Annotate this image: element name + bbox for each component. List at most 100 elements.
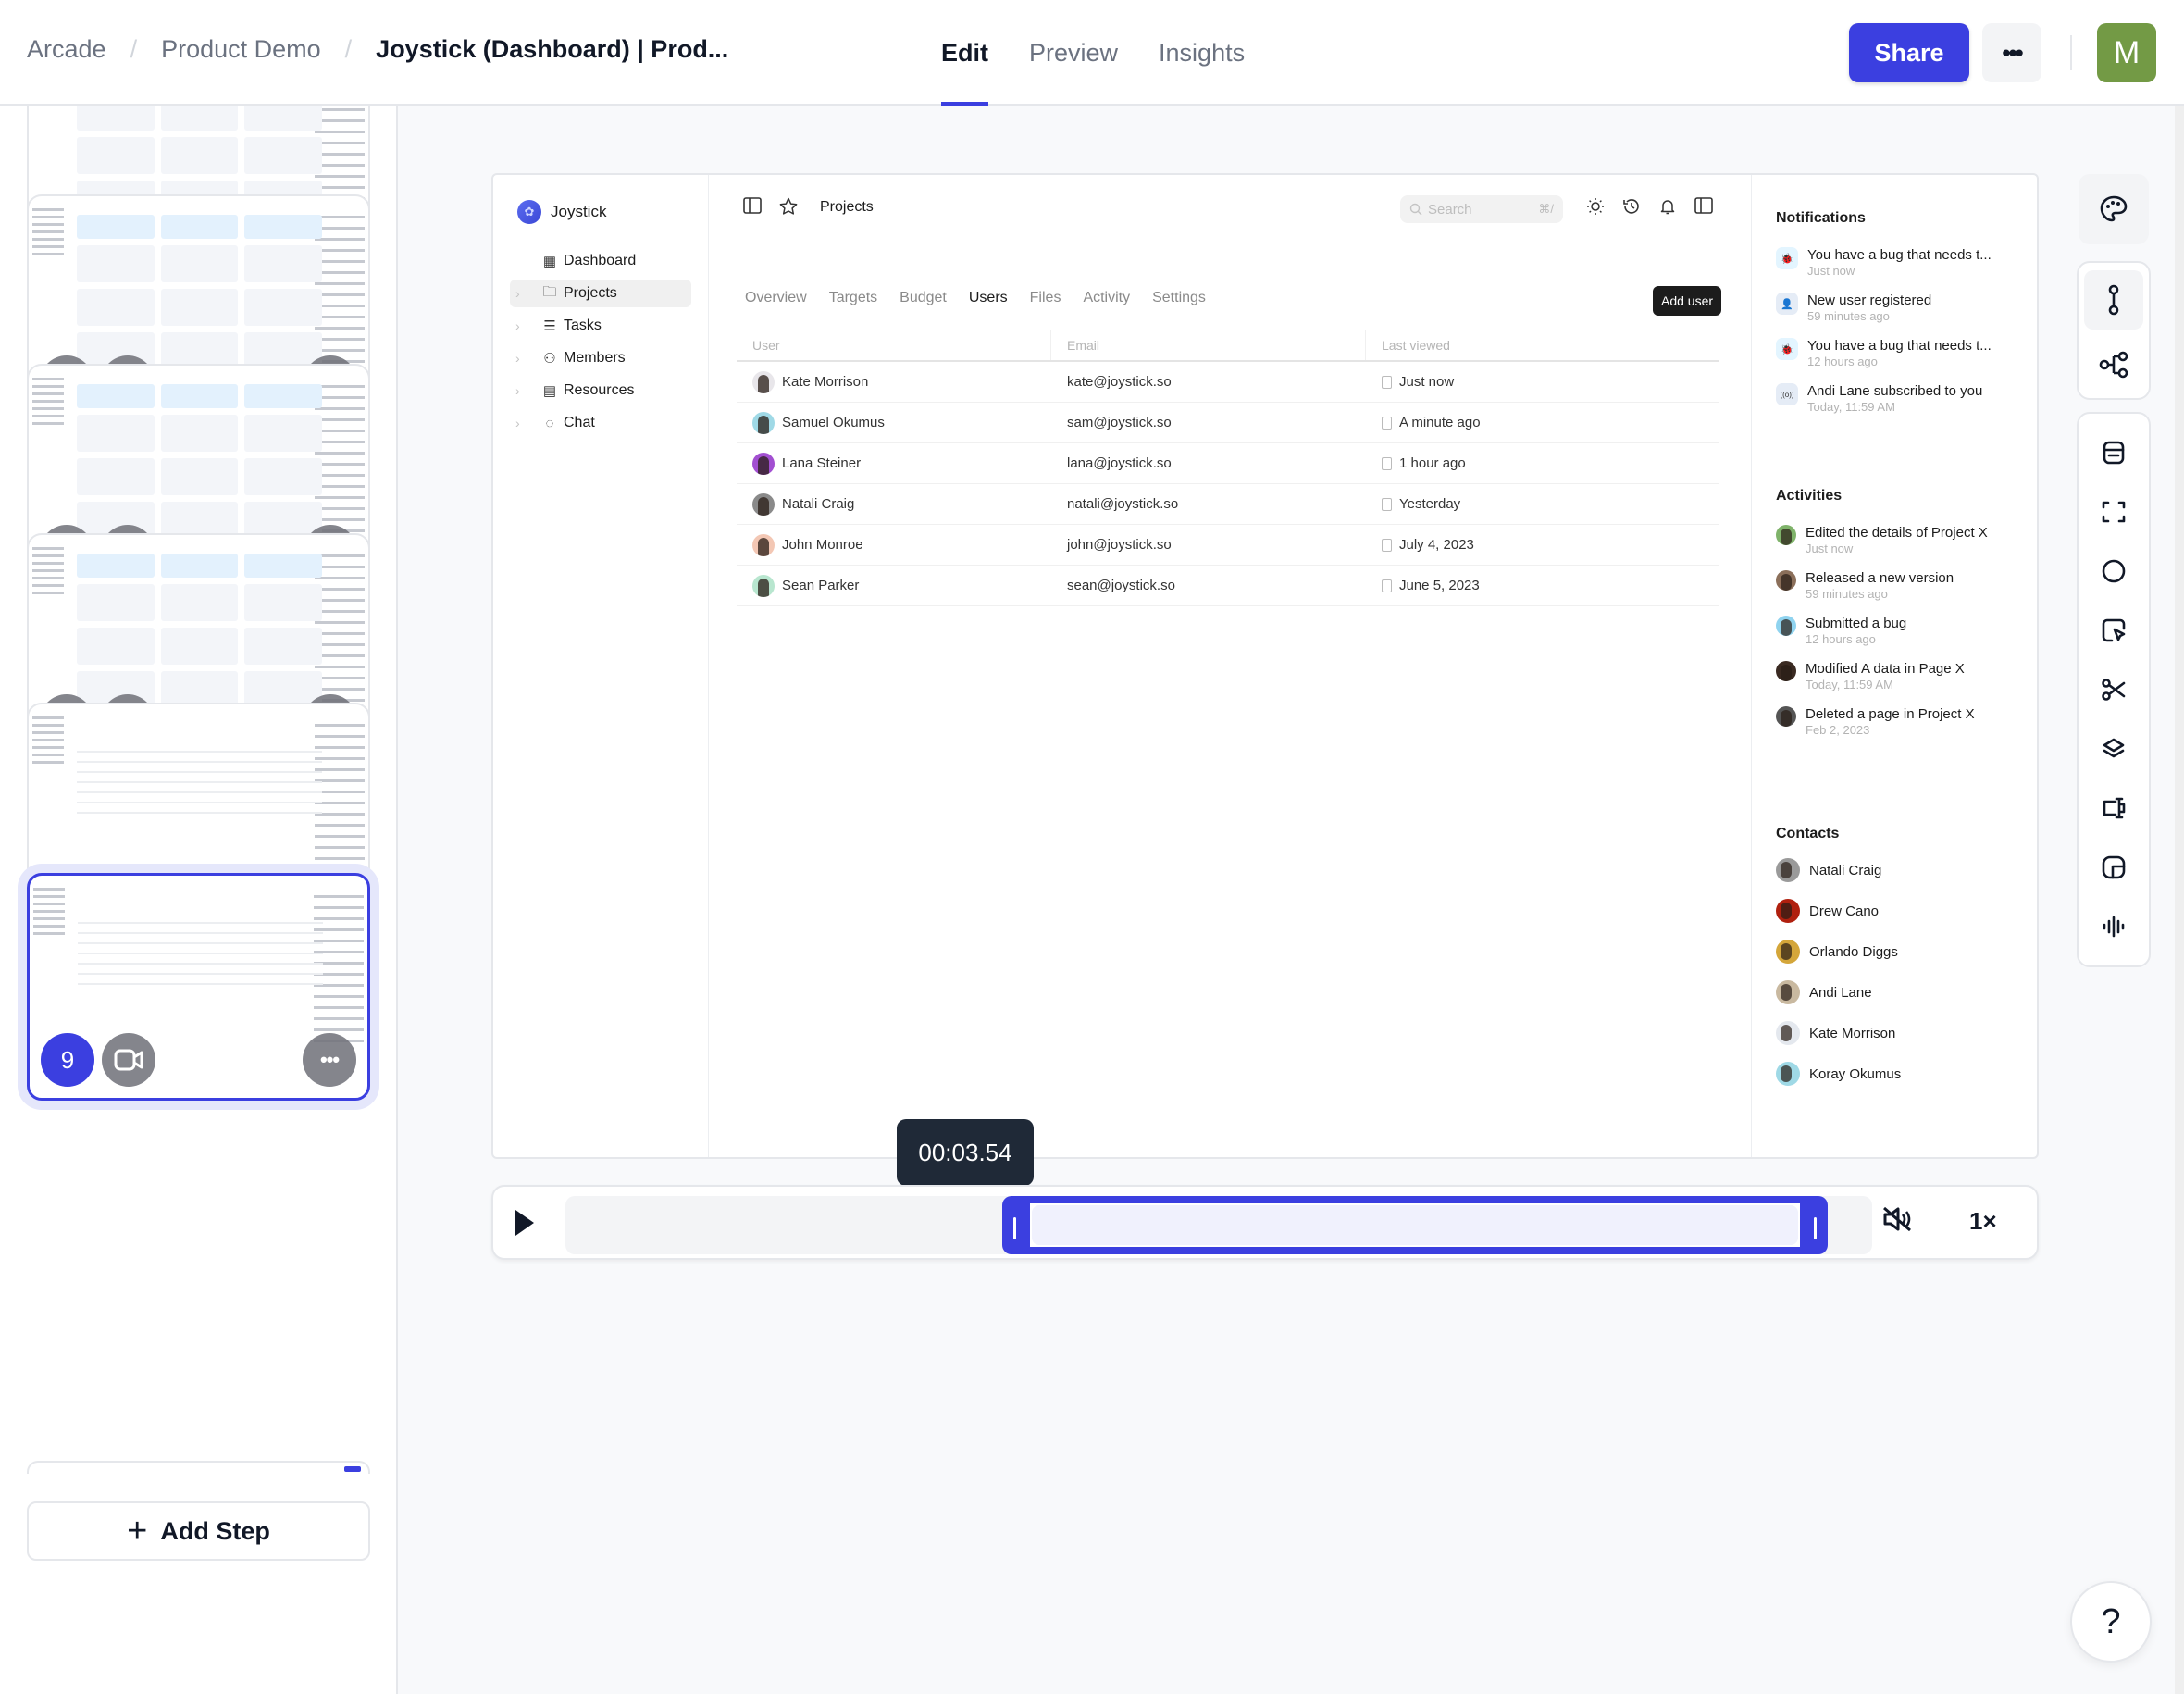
step-card-partial[interactable] [27,1461,370,1474]
notification-text: New user registered [1807,293,1932,308]
notification-item[interactable]: 🐞 You have a bug that needs t... 12 hours … [1776,338,2026,369]
branch-tool-button[interactable] [2084,335,2143,394]
trim-end-handle[interactable] [1813,1217,1817,1239]
tab-settings[interactable]: Settings [1152,290,1206,306]
nav-label: Members [564,350,626,366]
notification-content: Andi Lane subscribed to you Today, 11:59 … [1807,383,1982,415]
help-button[interactable]: ? [2070,1581,2152,1663]
activity-item[interactable]: Modified A data in Page X Today, 11:59 AM [1776,661,2026,692]
history-icon[interactable] [1622,197,1641,216]
contact-item[interactable]: Orlando Diggs [1776,931,2026,972]
circle-tool-button[interactable] [2084,542,2143,601]
table-row[interactable]: Natali Craig natali@joystick.so Yesterday [737,484,1719,525]
audio-wave-tool-button[interactable] [2084,897,2143,956]
search-input[interactable]: Search ⌘/ [1400,195,1563,223]
table-row[interactable]: Samuel Okumus sam@joystick.so A minute ago [737,403,1719,443]
playhead-time-tooltip: 00:03.54 [897,1119,1034,1186]
path-tool-button[interactable] [2084,270,2143,330]
activity-time: Just now [1806,542,1854,555]
play-icon[interactable] [515,1210,534,1236]
activity-item[interactable]: Released a new version 59 minutes ago [1776,570,2026,602]
fullscreen-icon [2102,501,2126,523]
contact-item[interactable]: Andi Lane [1776,972,2026,1013]
theme-button[interactable] [2079,174,2149,244]
nav-item-resources[interactable]: › ▤ Resources [510,377,691,405]
column-email[interactable]: Email [1051,330,1366,360]
step-more-button[interactable]: ••• [303,1033,356,1087]
notification-item[interactable]: 👤 New user registered 59 minutes ago [1776,293,2026,324]
sun-icon[interactable] [1586,197,1605,216]
playback-speed[interactable]: 1× [1969,1207,1997,1236]
mute-toggle[interactable] [1881,1205,1913,1233]
notification-item[interactable]: ((o)) Andi Lane subscribed to you Today, 1… [1776,383,2026,415]
nav-item-tasks[interactable]: › ☰ Tasks [510,312,691,340]
notification-item[interactable]: 🐞 You have a bug that needs t... Just now [1776,247,2026,279]
email-cell: kate@joystick.so [1051,374,1366,390]
contact-item[interactable]: Kate Morrison [1776,1013,2026,1053]
contact-item[interactable]: Koray Okumus [1776,1053,2026,1094]
contact-item[interactable]: Natali Craig [1776,850,2026,891]
page-scrollbar[interactable] [2175,106,2184,1694]
nav-item-members[interactable]: › ⚇ Members [510,344,691,372]
more-options-button[interactable]: ••• [1982,23,2041,82]
activity-item[interactable]: Deleted a page in Project X Feb 2, 2023 [1776,706,2026,738]
table-row[interactable]: John Monroe john@joystick.so July 4, 2023 [737,525,1719,566]
trim-start-handle[interactable] [1013,1217,1017,1239]
email-cell: lana@joystick.so [1051,455,1366,471]
avatar [1776,1021,1800,1045]
right-panel: Notifications 🐞 You have a bug that needs… [1751,175,2037,1157]
breadcrumb-product-demo[interactable]: Product Demo [161,35,321,64]
step-number-badge: 9 [41,1033,94,1087]
activity-item[interactable]: Edited the details of Project X Just now [1776,525,2026,556]
add-step-button[interactable]: + Add Step [27,1501,370,1561]
tab-users[interactable]: Users [969,290,1008,306]
star-icon[interactable] [779,197,798,216]
top-bar: Arcade / Product Demo / Joystick (Dashbo… [0,0,2184,106]
layers-tool-button[interactable] [2084,719,2143,778]
tab-targets[interactable]: Targets [829,290,877,306]
user-name: Natali Craig [782,496,855,512]
demo-title[interactable]: Joystick (Dashboard) | Prod... [376,35,728,64]
tab-insights[interactable]: Insights [1159,0,1245,106]
notification-time: Today, 11:59 AM [1807,400,1895,414]
crop-tool-button[interactable] [2084,423,2143,482]
fullscreen-tool-button[interactable] [2084,482,2143,542]
cursor-tool-button[interactable] [2084,601,2143,660]
user-avatar[interactable]: M [2097,23,2156,82]
table-row[interactable]: Sean Parker sean@joystick.so June 5, 2023 [737,566,1719,606]
tab-overview[interactable]: Overview [745,290,807,306]
nav-item-projects[interactable]: › 🗀 Projects [510,280,691,307]
activity-content: Modified A data in Page X Today, 11:59 AM [1806,661,1965,692]
table-row[interactable]: Kate Morrison kate@joystick.so Just now [737,362,1719,403]
column-last-viewed[interactable]: Last viewed [1366,330,1719,360]
contact-item[interactable]: Drew Cano [1776,891,2026,931]
user-email: lana@joystick.so [1067,455,1172,471]
tab-budget[interactable]: Budget [900,290,947,306]
tab-files[interactable]: Files [1030,290,1061,306]
tab-preview[interactable]: Preview [1029,0,1118,106]
scissors-tool-button[interactable] [2084,660,2143,719]
add-user-button[interactable]: Add user [1653,286,1722,316]
table-row[interactable]: Lana Steiner lana@joystick.so 1 hour ago [737,443,1719,484]
nav-item-chat[interactable]: › ◌ Chat [510,409,691,437]
activity-time: Today, 11:59 AM [1806,678,1893,691]
nav-item-dashboard[interactable]: ▦ Dashboard [510,247,691,275]
trim-range[interactable] [1002,1196,1828,1254]
breadcrumb-arcade[interactable]: Arcade [27,35,106,64]
column-user[interactable]: User [737,330,1051,360]
last-viewed-cell: 1 hour ago [1366,455,1719,471]
sidebar-toggle-icon[interactable] [743,197,762,214]
share-button[interactable]: Share [1849,23,1969,82]
sticker-tool-button[interactable] [2084,838,2143,897]
step-card[interactable]: 9 ••• [27,873,370,1101]
text-cursor-tool-button[interactable] [2084,778,2143,838]
chevron-right-icon: › [515,416,520,430]
video-step-icon[interactable] [102,1033,155,1087]
right-panel-toggle-icon[interactable] [1694,197,1713,214]
bell-icon[interactable] [1658,197,1677,216]
tab-edit[interactable]: Edit [941,0,988,106]
last-viewed: Yesterday [1399,496,1461,512]
text-cursor-icon [2103,797,2126,819]
activity-item[interactable]: Submitted a bug 12 hours ago [1776,616,2026,647]
tab-activity[interactable]: Activity [1083,290,1130,306]
